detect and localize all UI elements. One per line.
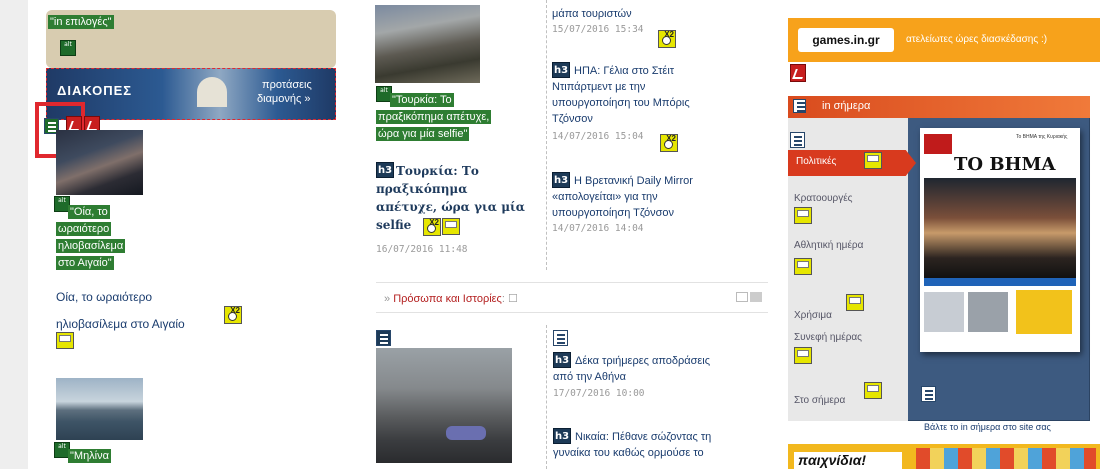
banner-title: ΔΙΑΚΟΠΕΣ <box>57 83 133 98</box>
games-bar[interactable]: games.in.gr ατελείωτες ώρες διασκέδασης … <box>788 18 1100 62</box>
newspaper-headline-bar <box>924 278 1076 286</box>
turkey-headline[interactable]: Τουρκία: Το πραξικόπημα απέτυχε, ώρα για… <box>376 162 551 234</box>
news-item-title[interactable]: ΗΠΑ: Γέλια στο Στέιτ Ντιπάρτμεντ με την … <box>552 63 690 127</box>
news-item-title[interactable]: Νικαία: Πέθανε σώζοντας τη γυναίκα του κ… <box>553 429 711 461</box>
new-window-badge-icon: X2 <box>224 306 242 324</box>
tab-athlitiki[interactable]: Αθλητική ημέρα <box>794 240 863 251</box>
news-item-title[interactable]: μάπα τουριστών <box>552 8 632 20</box>
games-tagline: ατελείωτες ώρες διασκέδασης :) <box>906 34 1048 45</box>
abc-badge-icon <box>794 207 812 224</box>
pdf-icon <box>790 64 806 82</box>
games-banner[interactable]: παιχνίδια! <box>788 444 1100 469</box>
milina-alt-text: "Μηλίνα <box>68 449 111 463</box>
tab-politikes[interactable]: Πολιτικές <box>788 150 916 176</box>
divider <box>546 0 547 270</box>
newspaper-logo-icon <box>924 134 952 154</box>
games-logo: games.in.gr <box>798 28 894 52</box>
games-banner-art <box>916 448 1096 469</box>
in-simera-header: in σήμερα <box>788 96 1090 118</box>
news-item-title[interactable]: Η Βρετανική Daily Mirror «απολογείται» γ… <box>552 173 693 221</box>
tab-kratoourges[interactable]: Κρατοουργές <box>794 193 853 204</box>
newspaper-main-photo <box>924 178 1076 278</box>
turkey-alt-text: "Τουρκία: Το πραξικόπημα απέτυχε, ώρα γι… <box>376 93 492 141</box>
abc-badge-icon <box>864 382 882 399</box>
embed-widget-link[interactable]: Βάλτε το in σήμερα στο site σας <box>924 422 1051 432</box>
news-item-date: 14/07/2016 14:04 <box>552 223 644 234</box>
tab-sto-simera[interactable]: Στο σήμερα <box>794 395 845 406</box>
tab-xrisima[interactable]: Χρήσιμα <box>794 310 832 321</box>
newspaper-tag: Το ΒΗΜΑ της Κυριακής <box>1016 134 1068 140</box>
games-banner-title: παιχνίδια! <box>794 452 902 469</box>
list-badge-icon <box>376 330 391 346</box>
abc-badge-icon <box>442 218 460 235</box>
page-frame: "in επιλογές" alt ΔΙΑΚΟΠΕΣ προτάσεις δια… <box>28 0 1100 469</box>
alt-badge: alt <box>60 40 76 56</box>
nice-attack-photo[interactable] <box>376 348 512 463</box>
abc-badge-icon <box>794 347 812 364</box>
section-controls-icon[interactable] <box>750 292 762 302</box>
section-controls-icon[interactable] <box>736 292 748 302</box>
newspaper-ad <box>1016 290 1072 334</box>
banner-church <box>197 77 227 107</box>
turkey-date: 16/07/2016 11:48 <box>376 244 468 255</box>
photo-figure <box>446 426 486 440</box>
section-divider <box>376 282 768 283</box>
milina-photo[interactable] <box>56 378 143 440</box>
in-epiloges-heading[interactable]: "in επιλογές" <box>48 14 114 31</box>
banner-subtitle-2: διαμονής » <box>257 93 311 105</box>
abc-badge-icon <box>846 294 864 311</box>
section-title[interactable]: » Πρόσωπα και Ιστορίες: ☐ <box>384 292 518 305</box>
newspaper-cover[interactable]: ΤΟ ΒΗΜΑ Το ΒΗΜΑ της Κυριακής <box>920 128 1080 352</box>
newspaper-masthead: ΤΟ ΒΗΜΑ <box>954 154 1056 175</box>
oia-title-line2[interactable]: ηλιοβασίλεμα στο Αιγαίο <box>56 317 185 331</box>
new-window-badge-icon: X2 <box>660 134 678 152</box>
newspaper-bottom-photo <box>968 292 1008 332</box>
list-badge-icon <box>553 330 568 346</box>
list-badge-icon <box>921 386 936 402</box>
oia-title-line1[interactable]: Οία, το ωραιότερο <box>56 290 152 304</box>
news-item-title[interactable]: Δέκα τριήμερες αποδράσεις από την Αθήνα <box>553 353 710 385</box>
newspaper-bottom-photo <box>924 292 964 332</box>
oia-photo[interactable] <box>56 130 143 195</box>
new-window-badge-icon: X2 <box>658 30 676 48</box>
tab-synefi[interactable]: Συνεφή ημέρας <box>794 332 862 343</box>
banner-subtitle-1: προτάσεις <box>262 79 312 91</box>
diakopes-banner[interactable]: ΔΙΑΚΟΠΕΣ προτάσεις διαμονής » <box>46 68 336 120</box>
news-item-date: 17/07/2016 10:00 <box>553 388 645 399</box>
oia-alt-text: "Οία, το ωραιότερο ηλιοβασίλεμα στο Αιγα… <box>56 205 126 270</box>
section-divider <box>376 312 768 313</box>
in-simera-title: in σήμερα <box>822 100 871 112</box>
divider <box>546 325 547 469</box>
abc-badge-icon <box>794 258 812 275</box>
news-item-date: 15/07/2016 15:34 <box>552 24 644 35</box>
abc-badge-icon <box>864 152 882 169</box>
list-badge-icon <box>793 99 806 113</box>
turkey-photo[interactable] <box>375 5 480 83</box>
list-badge-icon <box>790 132 805 148</box>
news-item-date: 14/07/2016 15:04 <box>552 131 644 142</box>
abc-badge-icon <box>56 332 74 349</box>
new-window-badge-icon: X2 <box>423 218 441 236</box>
